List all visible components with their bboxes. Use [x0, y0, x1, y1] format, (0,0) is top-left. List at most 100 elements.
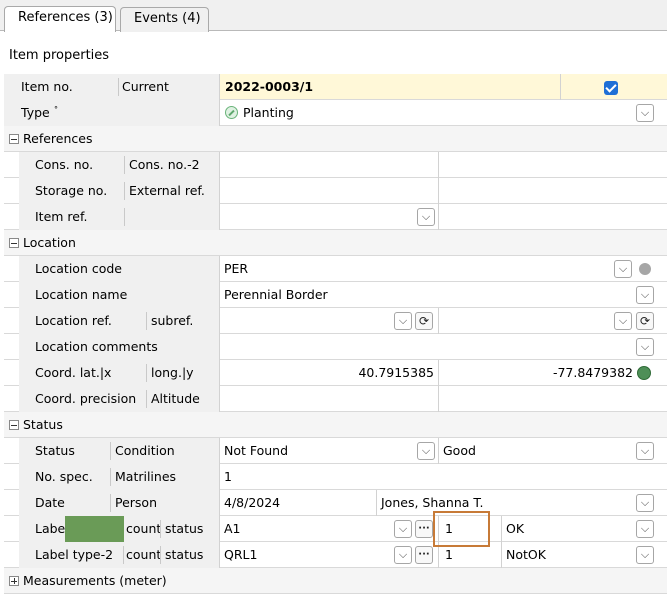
no-spec-input[interactable]: 1 — [220, 464, 667, 490]
status-dropdown[interactable]: ⌵ — [417, 442, 435, 460]
item-no-value[interactable]: 2022-0003/1 — [220, 74, 560, 100]
ellipsis-button[interactable]: ··· — [415, 520, 433, 538]
tab-bar: References (3) Events (4) — [0, 0, 667, 32]
type-value: Planting — [243, 105, 294, 120]
section-measurements[interactable]: Measurements (meter) — [4, 568, 667, 594]
collapse-icon[interactable] — [9, 420, 19, 430]
row-location-name: Location name Perennial Border ⌵ — [4, 282, 667, 308]
label-type2-field[interactable]: QRL1 — [220, 542, 390, 568]
count-label: count — [126, 521, 162, 536]
section-status[interactable]: Status — [4, 412, 667, 438]
coord-long-input[interactable]: -77.8479382 — [439, 360, 635, 386]
type-label: Type — [21, 105, 50, 120]
row-no-spec: No. spec. Matrilines 1 — [4, 464, 667, 490]
item-no-label: Item no. — [21, 79, 73, 94]
current-label: Current — [122, 79, 169, 94]
type-field[interactable]: Planting — [220, 100, 667, 126]
status-label: Status — [35, 443, 75, 458]
coord-precision-label: Coord. precision — [35, 391, 137, 406]
section-measurements-title: Measurements (meter) — [23, 573, 167, 588]
date-input[interactable]: 4/8/2024 — [220, 490, 376, 516]
item-ref-label: Item ref. — [35, 209, 88, 224]
collapse-icon[interactable] — [9, 134, 19, 144]
location-name-field[interactable]: Perennial Border — [220, 282, 634, 308]
redaction-block — [65, 516, 124, 542]
globe-icon[interactable] — [637, 366, 651, 380]
row-location-comments: Location comments ⌵ — [4, 334, 667, 360]
section-status-title: Status — [23, 417, 63, 432]
coord-lat-input[interactable]: 40.7915385 — [220, 360, 438, 386]
item-ref-label-cell: Item ref. — [19, 204, 220, 230]
condition-dropdown[interactable]: ⌵ — [636, 442, 654, 460]
label-type2-label: Label type-2 — [35, 547, 114, 562]
external-ref-input[interactable] — [439, 178, 667, 204]
location-code-label: Location code — [35, 261, 122, 276]
tab-events[interactable]: Events (4) — [120, 7, 209, 32]
row-storage-no: Storage no. External ref. — [4, 178, 667, 204]
external-ref-label: External ref. — [129, 183, 205, 198]
type-dropdown[interactable]: ⌵ — [636, 104, 654, 122]
storage-no-label-cell: Storage no. External ref. — [19, 178, 220, 204]
section-references[interactable]: References — [4, 126, 667, 152]
location-ref-dropdown[interactable]: ⌵ — [394, 312, 412, 330]
status-field[interactable]: Not Found — [220, 438, 413, 464]
location-code-dropdown[interactable]: ⌵ — [614, 260, 632, 278]
refresh-icon[interactable]: ⟳ — [636, 312, 654, 330]
row-coordinates: Coord. lat.|x long.|y 40.7915385 -77.847… — [4, 360, 667, 386]
person-dropdown[interactable]: ⌵ — [636, 494, 654, 512]
coord-precision-input[interactable] — [220, 386, 438, 412]
row-location-ref: Location ref. subref. ⌵ ⟳ ⌵ ⟳ — [4, 308, 667, 334]
label2-status-dropdown[interactable]: ⌵ — [636, 546, 654, 564]
cons-no2-input[interactable] — [439, 152, 667, 178]
location-code-field[interactable]: PER — [220, 256, 610, 282]
cons-no-label: Cons. no. — [35, 157, 94, 172]
highlight-box — [433, 511, 490, 547]
label-status-dropdown[interactable]: ⌵ — [636, 520, 654, 538]
row-type: Type ° Planting ⌵ — [4, 100, 667, 126]
label-type-field[interactable]: A1 — [220, 516, 390, 542]
label-type-dropdown[interactable]: ⌵ — [394, 520, 412, 538]
condition-field[interactable]: Good — [439, 438, 634, 464]
row-label-type-2: Label type-2 count status QRL1 ⌵ ··· 1 N… — [4, 542, 667, 568]
long-label: long.|y — [151, 365, 194, 380]
cons-no-input[interactable] — [220, 152, 438, 178]
row-item-no: Item no. Current 2022-0003/1 — [4, 74, 667, 100]
location-ref-label: Location ref. — [35, 313, 112, 328]
label-type-label: Labe — [35, 521, 66, 536]
ellipsis-button[interactable]: ··· — [415, 546, 433, 564]
location-name-label: Location name — [35, 287, 128, 302]
row-date: Date Person 4/8/2024 Jones, Shanna T. ⌵ — [4, 490, 667, 516]
subref-dropdown[interactable]: ⌵ — [614, 312, 632, 330]
row-cons-no: Cons. no. Cons. no.-2 — [4, 152, 667, 178]
collapse-icon[interactable] — [9, 238, 19, 248]
storage-no-label: Storage no. — [35, 183, 108, 198]
label-type2-dropdown[interactable]: ⌵ — [394, 546, 412, 564]
location-comments-dropdown[interactable]: ⌵ — [636, 338, 654, 356]
section-location[interactable]: Location — [4, 230, 667, 256]
section-location-title: Location — [23, 235, 76, 250]
status-sub-label: status — [165, 547, 204, 562]
condition-label: Condition — [115, 443, 175, 458]
expand-icon[interactable] — [9, 576, 19, 586]
altitude-input[interactable] — [439, 386, 667, 412]
status-sub-label: status — [165, 521, 204, 536]
current-checkbox[interactable] — [604, 81, 618, 95]
subref-input[interactable] — [439, 308, 609, 334]
storage-no-input[interactable] — [220, 178, 438, 204]
label-status-field[interactable]: OK — [502, 516, 634, 542]
location-name-dropdown[interactable]: ⌵ — [636, 286, 654, 304]
value-separator — [560, 74, 561, 100]
section-references-title: References — [23, 131, 93, 146]
item-ref-input[interactable] — [220, 204, 438, 230]
type-label-cell: Type ° — [4, 100, 220, 126]
person-field[interactable]: Jones, Shanna T. — [377, 490, 634, 516]
location-ref-input[interactable] — [220, 308, 390, 334]
location-comments-input[interactable] — [220, 334, 634, 360]
label2-status-field[interactable]: NotOK — [502, 542, 634, 568]
refresh-icon[interactable]: ⟳ — [415, 312, 433, 330]
tab-references[interactable]: References (3) — [4, 6, 116, 32]
row-location-code: Location code PER ⌵ — [4, 256, 667, 282]
matrilines-label: Matrilines — [115, 469, 177, 484]
coord-lat-label: Coord. lat.|x — [35, 365, 112, 380]
item-ref-dropdown[interactable]: ⌵ — [417, 208, 435, 226]
